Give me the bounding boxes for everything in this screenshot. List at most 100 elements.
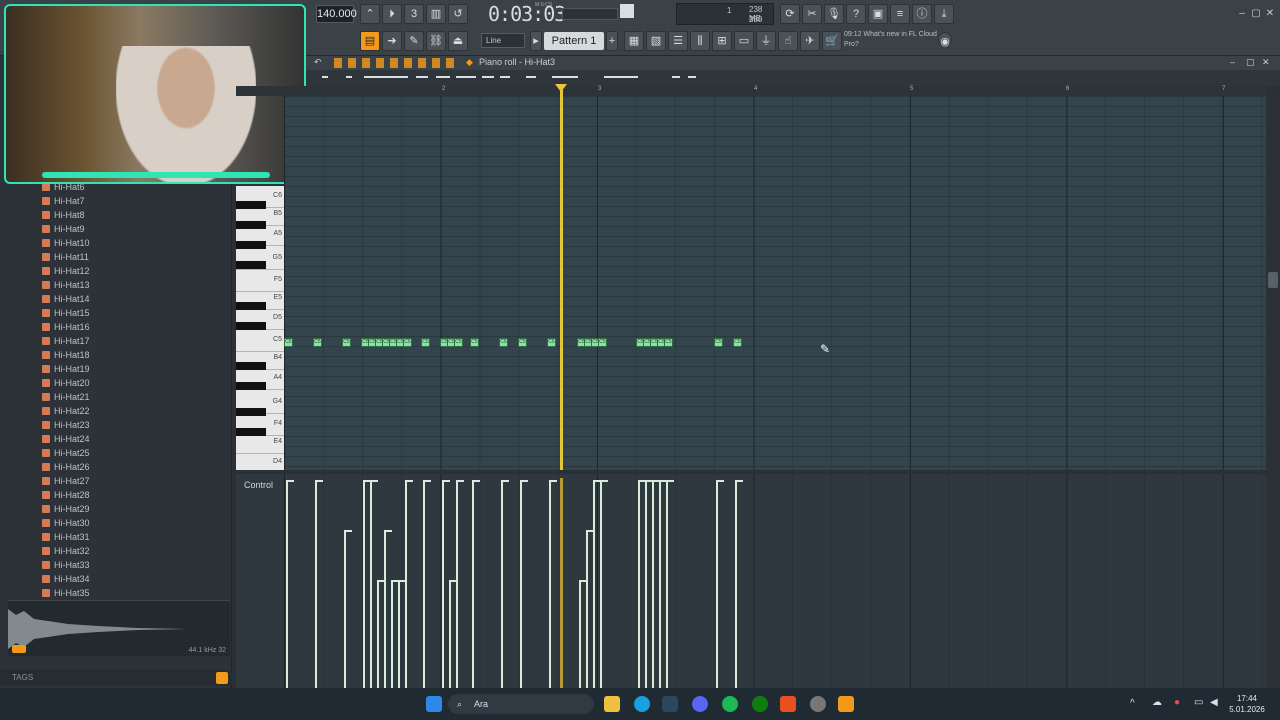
mic-tray-icon[interactable]: ● (1174, 697, 1180, 708)
velocity-stem[interactable] (579, 580, 581, 688)
undo-history-icon[interactable]: ⟳ (780, 4, 800, 24)
browser-item[interactable]: Hi-Hat17 (0, 334, 232, 348)
velocity-handle[interactable] (344, 530, 352, 532)
velocity-handle[interactable] (549, 480, 557, 482)
pattern-prev-icon[interactable]: ▸ (530, 31, 542, 51)
tray-chevron-icon[interactable]: ^ (1130, 698, 1135, 709)
velocity-stem[interactable] (501, 480, 503, 688)
event-scrollbar[interactable] (1266, 474, 1280, 688)
note-grid[interactable] (284, 96, 1266, 470)
pattern-add-icon[interactable]: + (606, 31, 618, 51)
velocity-stem[interactable] (659, 480, 661, 688)
event-editor[interactable]: Control (236, 474, 1266, 688)
velocity-stem[interactable] (363, 480, 365, 688)
note-block[interactable]: C5 (403, 338, 412, 347)
velocity-stem[interactable] (593, 480, 595, 688)
plugin-icon[interactable]: ⏚ (756, 31, 776, 51)
minimize-icon[interactable]: – (1236, 8, 1248, 20)
browser-item[interactable]: Hi-Hat30 (0, 516, 232, 530)
velocity-stem[interactable] (423, 480, 425, 688)
velocity-handle[interactable] (405, 480, 413, 482)
master-pitch-knob[interactable] (620, 4, 634, 18)
event-grid[interactable] (284, 474, 1266, 688)
search-icon[interactable] (216, 672, 228, 684)
pr-close-icon[interactable]: ✕ (1262, 57, 1270, 68)
browser-item[interactable]: Hi-Hat19 (0, 362, 232, 376)
piano-roll-icon[interactable]: ▧ (646, 31, 666, 51)
browser-item[interactable]: Hi-Hat25 (0, 446, 232, 460)
note-block[interactable]: C5 (664, 338, 673, 347)
black-key[interactable] (236, 221, 266, 229)
timeline-ruler[interactable]: 2 3 4 5 6 7 (236, 86, 1266, 96)
velocity-handle[interactable] (520, 480, 528, 482)
arrow-right-icon[interactable]: ➜ (382, 31, 402, 51)
stamp-icon[interactable]: ⏏ (448, 31, 468, 51)
velocity-stem[interactable] (398, 580, 400, 688)
velocity-stem[interactable] (384, 530, 386, 688)
velocity-handle[interactable] (286, 480, 294, 482)
browser-item[interactable]: Hi-Hat26 (0, 460, 232, 474)
app-icon-active[interactable] (780, 696, 796, 712)
note-block[interactable]: C5 (733, 338, 742, 347)
velocity-handle[interactable] (456, 480, 464, 482)
velocity-stem[interactable] (456, 480, 458, 688)
browser-item[interactable]: Hi-Hat33 (0, 558, 232, 572)
velocity-stem[interactable] (520, 480, 522, 688)
velocity-stem[interactable] (600, 480, 602, 688)
discord-icon[interactable] (692, 696, 708, 712)
velocity-stem[interactable] (638, 480, 640, 688)
velocity-stem[interactable] (586, 530, 588, 688)
mixer-view-icon[interactable]: ⫼ (690, 31, 710, 51)
browser-item[interactable]: Hi-Hat28 (0, 488, 232, 502)
volume-icon[interactable]: ◀ (1210, 697, 1218, 708)
project-tree-icon[interactable]: ⊞ (712, 31, 732, 51)
velocity-stem[interactable] (286, 480, 288, 688)
velocity-stem[interactable] (735, 480, 737, 688)
velocity-stem[interactable] (377, 580, 379, 688)
metronome-button[interactable]: ⌃ (360, 4, 380, 24)
play-preview-icon[interactable] (12, 645, 26, 653)
velocity-handle[interactable] (716, 480, 724, 482)
mixer-icon[interactable]: ≡ (890, 4, 910, 24)
note-block[interactable]: C5 (518, 338, 527, 347)
browser-item[interactable]: Hi-Hat8 (0, 208, 232, 222)
note-block[interactable]: C5 (598, 338, 607, 347)
snap-select[interactable]: Line (481, 33, 525, 48)
pr-maximize-icon[interactable]: ▢ (1246, 57, 1255, 68)
velocity-handle[interactable] (384, 530, 392, 532)
note-block[interactable]: C5 (313, 338, 322, 347)
black-key[interactable] (236, 382, 266, 390)
fl-studio-icon[interactable] (838, 696, 854, 712)
note-block[interactable]: C5 (499, 338, 508, 347)
velocity-handle[interactable] (472, 480, 480, 482)
velocity-stem[interactable] (666, 480, 668, 688)
velocity-stem[interactable] (549, 480, 551, 688)
steam-icon[interactable] (662, 696, 678, 712)
sample-preview[interactable]: 44.1 kHz 32 (8, 600, 230, 656)
browser-item[interactable]: Hi-Hat27 (0, 474, 232, 488)
control-label[interactable]: Control (244, 480, 273, 490)
velocity-stem[interactable] (716, 480, 718, 688)
maximize-icon[interactable]: ▢ (1250, 8, 1262, 20)
velocity-stem[interactable] (645, 480, 647, 688)
xbox-icon[interactable] (752, 696, 768, 712)
velocity-handle[interactable] (423, 480, 431, 482)
velocity-handle[interactable] (315, 480, 323, 482)
black-key[interactable] (236, 201, 266, 209)
browser-item[interactable]: Hi-Hat13 (0, 278, 232, 292)
velocity-handle[interactable] (501, 480, 509, 482)
black-key[interactable] (236, 241, 266, 249)
piano-roll-titlebar[interactable]: ↶ ◆ Piano roll - Hi-Hat3 – ▢ ✕ (306, 56, 1280, 70)
velocity-stem[interactable] (652, 480, 654, 688)
velocity-stem[interactable] (315, 480, 317, 688)
piano-keyboard[interactable]: C6 B5 A5 G5 F5 E5 D5 C5 B4 A4 G4 F4 E4 D4 (236, 186, 284, 470)
browser-item[interactable]: Hi-Hat23 (0, 418, 232, 432)
velocity-handle[interactable] (442, 480, 450, 482)
note-block[interactable]: C5 (714, 338, 723, 347)
velocity-stem[interactable] (405, 480, 407, 688)
browser-item[interactable]: Hi-Hat9 (0, 222, 232, 236)
black-key[interactable] (236, 261, 266, 269)
note-block[interactable]: C5 (454, 338, 463, 347)
browser-item[interactable]: Hi-Hat15 (0, 306, 232, 320)
undo-icon[interactable]: ↶ (314, 57, 322, 68)
